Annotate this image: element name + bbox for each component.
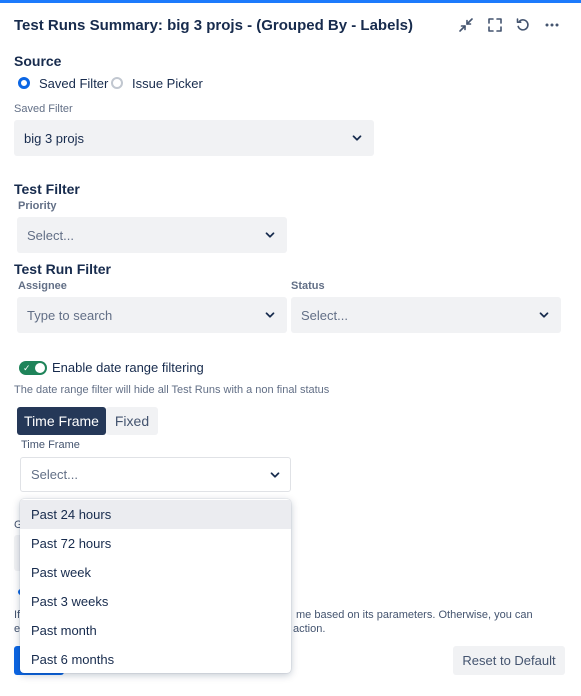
priority-placeholder: Select... [27,227,74,243]
status-label: Status [291,280,325,292]
check-icon: ✓ [23,363,31,373]
priority-label: Priority [18,200,57,212]
info-text-suffix-1: me based on its parameters. Otherwise, y… [296,609,533,621]
menu-item-past-3-weeks[interactable]: Past 3 weeks [20,587,291,616]
date-range-toggle[interactable]: ✓ [19,361,47,375]
saved-filter-radio-label[interactable]: Saved Filter [39,76,108,91]
status-select[interactable]: Select... [291,297,561,333]
issue-picker-radio-label[interactable]: Issue Picker [132,76,203,91]
refresh-icon[interactable] [513,15,533,35]
test-filter-heading: Test Filter [14,181,80,197]
priority-select[interactable]: Select... [17,217,287,253]
more-icon[interactable] [542,15,562,35]
saved-filter-field-label: Saved Filter [14,103,73,115]
assignee-label: Assignee [18,280,67,292]
saved-filter-radio[interactable] [18,77,30,89]
chevron-down-icon [352,135,362,141]
fullscreen-icon[interactable] [485,15,505,35]
menu-item-past-week[interactable]: Past week [20,558,291,587]
tab-fixed[interactable]: Fixed [106,407,158,435]
time-frame-menu: Past 24 hours Past 72 hours Past week Pa… [20,499,291,673]
time-frame-label: Time Frame [21,439,80,451]
assignee-placeholder: Type to search [27,307,113,323]
collapse-icon[interactable] [456,15,476,35]
page-title: Test Runs Summary: big 3 projs - (Groupe… [14,17,413,34]
saved-filter-value: big 3 projs [24,130,84,146]
menu-item-past-72-hours[interactable]: Past 72 hours [20,529,291,558]
chevron-down-icon [270,471,280,478]
issue-picker-radio[interactable] [111,77,123,89]
date-range-note: The date range filter will hide all Test… [14,384,330,396]
top-accent-bar [0,0,581,3]
tab-time-frame[interactable]: Time Frame [17,407,106,435]
saved-filter-select[interactable]: big 3 projs [14,120,374,156]
time-frame-select[interactable]: Select... [20,457,291,492]
menu-item-past-24-hours[interactable]: Past 24 hours [20,500,291,529]
menu-item-past-6-months[interactable]: Past 6 months [20,645,291,673]
chevron-down-icon [265,232,275,238]
chevron-down-icon [265,312,275,318]
test-run-filter-heading: Test Run Filter [14,261,111,277]
status-placeholder: Select... [301,307,348,323]
chevron-down-icon [539,312,549,318]
date-range-toggle-label: Enable date range filtering [52,360,204,375]
info-text-suffix-2: action. [293,623,326,635]
time-frame-placeholder: Select... [31,467,78,482]
assignee-search-input[interactable]: Type to search [17,297,287,333]
menu-item-past-month[interactable]: Past month [20,616,291,645]
source-heading: Source [14,53,62,69]
toggle-knob [35,363,45,373]
reset-to-default-button[interactable]: Reset to Default [453,646,565,675]
